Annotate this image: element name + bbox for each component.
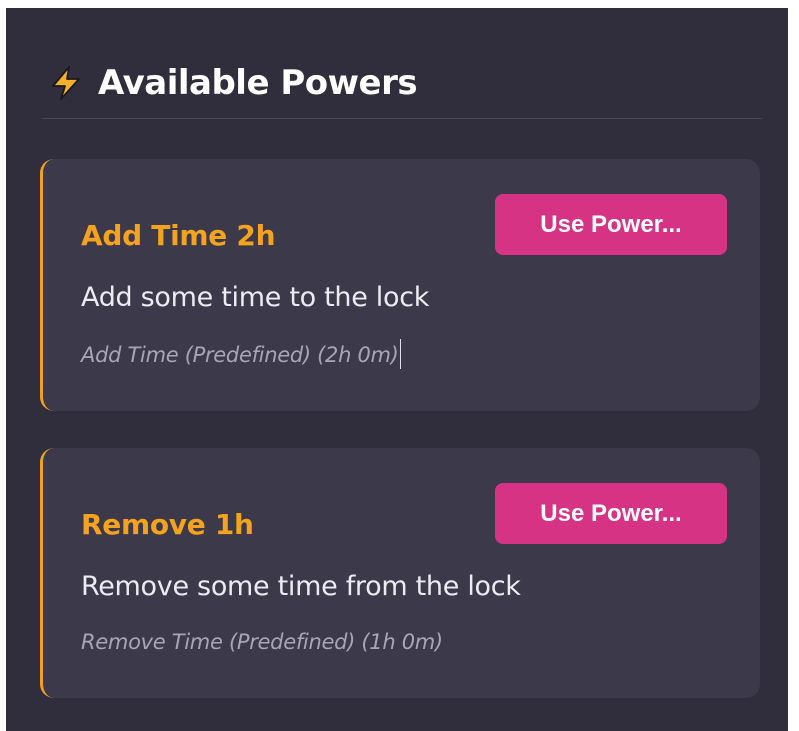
power-meta: Remove Time (Predefined) (1h 0m): [81, 630, 443, 654]
use-power-button[interactable]: Use Power...: [495, 483, 727, 544]
panel-title: Available Powers: [98, 63, 418, 103]
panel-header: Available Powers: [42, 48, 762, 118]
use-power-button[interactable]: Use Power...: [495, 194, 727, 255]
power-title: Remove 1h: [81, 508, 254, 541]
power-meta: Add Time (Predefined) (2h 0m): [81, 339, 401, 371]
header-divider: [42, 118, 762, 119]
power-title: Add Time 2h: [81, 219, 276, 252]
lightning-bolt-icon: [48, 65, 84, 101]
power-card: Remove 1h Use Power... Remove some time …: [40, 448, 760, 698]
power-description: Add some time to the lock: [81, 282, 430, 313]
power-meta-text: Add Time (Predefined) (2h 0m): [81, 343, 399, 367]
text-cursor: [399, 339, 401, 369]
power-description: Remove some time from the lock: [81, 571, 521, 602]
powers-panel: Available Powers Add Time 2h Use Power..…: [6, 8, 788, 731]
power-card: Add Time 2h Use Power... Add some time t…: [40, 159, 760, 411]
